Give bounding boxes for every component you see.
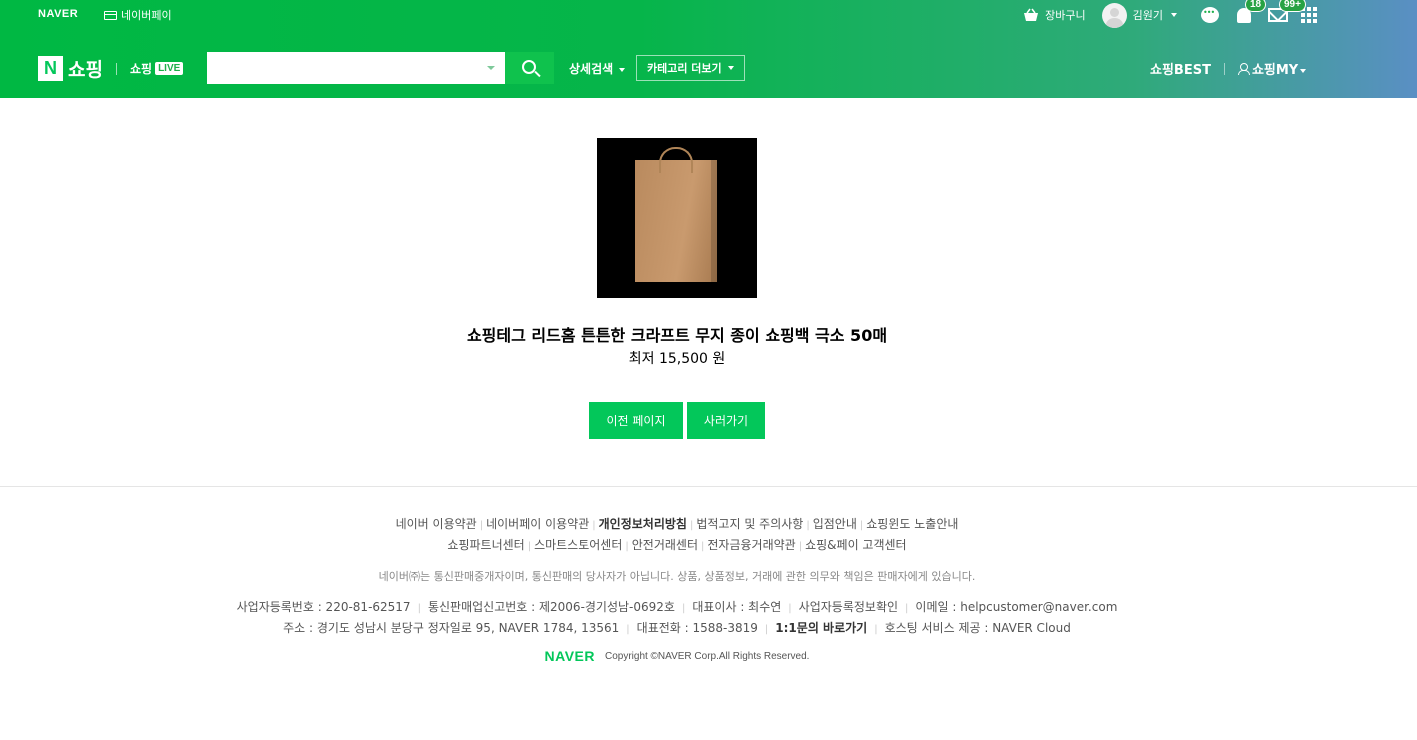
search-input[interactable] [207, 52, 477, 84]
footer-naver-logo: NAVER [544, 648, 595, 664]
product-price: 최저 15,500 원 [628, 351, 726, 367]
footer-divider [0, 486, 1417, 487]
separator: | [592, 520, 596, 531]
shopping-best-link[interactable]: 쇼핑BEST [1150, 59, 1211, 78]
separator: | [527, 541, 532, 552]
footer-link[interactable]: 스마트스토어센터 [534, 538, 622, 552]
shopping-bag-picture [635, 147, 717, 282]
company-info-item: 주소 : 경기도 성남시 분당구 정자일로 95, NAVER 1784, 13… [283, 621, 620, 635]
company-info-item: 사업자등록정보확인 [798, 600, 899, 614]
header: NAVER 네이버페이 장바구니 김원기 18 [0, 0, 1417, 98]
live-prefix: 쇼핑 [129, 62, 153, 76]
chevron-down-icon [619, 67, 626, 72]
shopping-nav: N 쇼핑 쇼핑 LIVE 상세검색 카테고리 더보기 쇼핑BEST 쇼핑MY [0, 30, 1417, 98]
detail-search-label: 상세검색 [569, 62, 614, 76]
separator: | [681, 603, 686, 614]
notification-badge: 18 [1245, 0, 1267, 12]
footer-notice: 네이버㈜는 통신판매중개자이며, 통신판매의 당사자가 아닙니다. 상품, 상품… [378, 570, 976, 583]
copyright-row: NAVER Copyright ©NAVER Corp.All Rights R… [0, 648, 1354, 664]
separator: | [788, 603, 792, 614]
company-info-row1: 사업자등록번호 : 220-81-62517 | 통신판매업신고번호 : 제2006… [0, 598, 1354, 615]
naver-logo[interactable]: NAVER [38, 8, 78, 20]
company-info-item: 호스팅 서비스 제공 : NAVER Cloud [884, 621, 1071, 635]
search-button[interactable] [505, 52, 554, 84]
company-info-row2: 주소 : 경기도 성남시 분당구 정자일로 95, NAVER 1784, 13… [0, 619, 1354, 636]
footer-link[interactable]: 네이버 이용약관 [396, 517, 477, 531]
talk-button[interactable] [1199, 4, 1221, 26]
separator: | [859, 520, 864, 531]
search-icon [521, 60, 536, 74]
notification-button[interactable]: 18 [1233, 0, 1267, 26]
search-dropdown-icon[interactable] [487, 66, 495, 70]
category-more-label: 카테고리 더보기 [647, 62, 722, 75]
product-image[interactable] [597, 138, 757, 298]
separator: | [874, 624, 878, 635]
separator: | [417, 603, 421, 614]
footer-link[interactable]: 개인정보처리방침 [599, 517, 687, 531]
shopping-basket-icon [1024, 8, 1039, 21]
separator: | [806, 520, 810, 531]
company-info-item: 대표전화 : 1588-3819 [636, 621, 758, 635]
footer-link[interactable]: 쇼핑&페이 고객센터 [805, 538, 907, 552]
separator: | [798, 541, 803, 552]
footer-link[interactable]: 전자금융거래약관 [707, 538, 795, 552]
company-info-item: 1:1문의 바로가기 [775, 621, 868, 635]
search-box [207, 52, 505, 84]
chevron-down-icon [1300, 68, 1307, 73]
mail-badge: 99+ [1279, 0, 1306, 12]
gnb-right: 장바구니 김원기 18 99+ [1023, 0, 1317, 30]
separator: | [625, 541, 629, 552]
user-name: 김원기 [1132, 9, 1163, 22]
detail-search-button[interactable]: 상세검색 [569, 60, 626, 77]
npay-link[interactable]: 네이버페이 [104, 7, 172, 23]
category-more-button[interactable]: 카테고리 더보기 [636, 55, 745, 81]
shopping-my-menu[interactable]: 쇼핑MY [1237, 59, 1307, 78]
footer-link[interactable]: 안전거래센터 [632, 538, 698, 552]
user-menu[interactable]: 김원기 [1101, 2, 1177, 28]
nav-right: 쇼핑BEST 쇼핑MY [1150, 59, 1307, 78]
chevron-down-icon [727, 66, 734, 70]
shopping-my-label: 쇼핑MY [1251, 63, 1299, 78]
separator: | [626, 624, 630, 635]
cart-link[interactable]: 장바구니 [1023, 7, 1086, 23]
footer-links-row1: 네이버 이용약관 | 네이버페이 이용약관 | 개인정보처리방침 | 법적고지 및 주의사항… [0, 515, 1354, 532]
avatar [1101, 2, 1127, 28]
person-icon [1237, 63, 1250, 75]
chevron-down-icon [1171, 13, 1177, 17]
footer-link[interactable]: 쇼핑파트너센터 [447, 538, 524, 552]
cart-label: 장바구니 [1045, 9, 1086, 22]
mail-button[interactable]: 99+ [1267, 0, 1306, 26]
card-icon [104, 10, 117, 20]
company-info-item: 사업자등록번호 : 220-81-62517 [236, 600, 411, 614]
chat-bubble-icon [1201, 7, 1219, 23]
company-info-item: 이메일 : helpcustomer@naver.com [915, 600, 1118, 614]
separator: | [689, 520, 694, 531]
footer-link[interactable]: 네이버페이 이용약관 [486, 517, 589, 531]
divider [1223, 62, 1225, 75]
company-info-item: 대표이사 : 최수연 [692, 600, 782, 614]
footer-link[interactable]: 법적고지 및 주의사항 [696, 517, 803, 531]
separator: | [905, 603, 909, 614]
global-nav-bar: NAVER 네이버페이 장바구니 김원기 18 [0, 0, 1417, 30]
npay-label: 네이버페이 [121, 9, 172, 22]
n-logo-icon: N [38, 56, 63, 81]
separator: | [479, 520, 484, 531]
footer-link[interactable]: 입점안내 [813, 517, 857, 531]
shopping-logo[interactable]: N 쇼핑 쇼핑 LIVE [38, 55, 184, 82]
footer-link[interactable]: 쇼핑윈도 노출안내 [866, 517, 958, 531]
shopping-live-link[interactable]: 쇼핑 LIVE [129, 60, 184, 77]
live-tag: LIVE [155, 62, 184, 75]
separator: | [764, 624, 769, 635]
footer-links-row2: 쇼핑파트너센터 | 스마트스토어센터 | 안전거래센터 | 전자금융거래약관 | 쇼핑&페이 고… [0, 536, 1354, 553]
buy-button[interactable]: 사러가기 [687, 402, 765, 439]
shopping-wordmark: 쇼핑 [68, 59, 103, 81]
product-title: 쇼핑테그 리드홈 튼튼한 크라프트 무지 종이 쇼핑백 극소 50매 [466, 326, 888, 345]
previous-page-button[interactable]: 이전 페이지 [589, 402, 683, 439]
separator: | [701, 541, 705, 552]
divider [115, 62, 117, 75]
copyright-text: Copyright ©NAVER Corp.All Rights Reserve… [604, 650, 810, 662]
company-info-item: 통신판매업신고번호 : 제2006-경기성남-0692호 [427, 600, 675, 614]
